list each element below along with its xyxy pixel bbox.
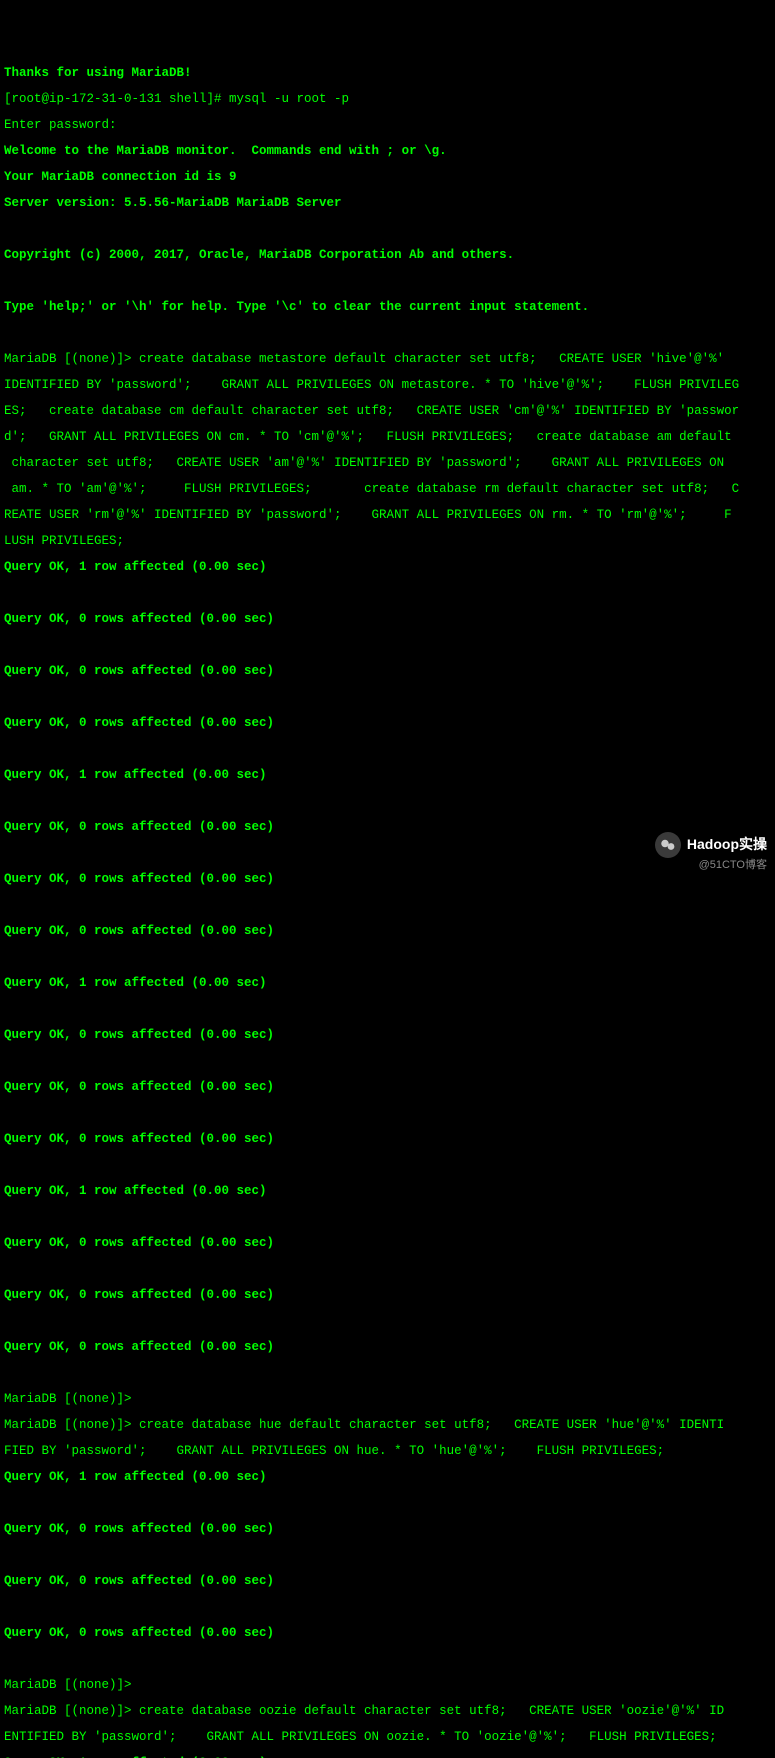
sql-hue-2: FIED BY 'password'; GRANT ALL PRIVILEGES… xyxy=(4,1445,771,1458)
thanks-line: Thanks for using MariaDB! xyxy=(4,67,771,80)
watermark-title: Hadoop实操 xyxy=(687,837,767,852)
welcome-line-3: Server version: 5.5.56-MariaDB MariaDB S… xyxy=(4,197,771,210)
query-result: Query OK, 0 rows affected (0.00 sec) xyxy=(4,1341,771,1354)
query-result: Query OK, 1 row affected (0.00 sec) xyxy=(4,769,771,782)
watermark-sub: @51CTO博客 xyxy=(699,860,767,871)
watermark: Hadoop实操 @51CTO博客 xyxy=(655,832,767,871)
copyright-line: Copyright (c) 2000, 2017, Oracle, MariaD… xyxy=(4,249,771,262)
sql-oozie-1: MariaDB [(none)]> create database oozie … xyxy=(4,1705,771,1718)
sql-hue-1: MariaDB [(none)]> create database hue de… xyxy=(4,1419,771,1432)
query-result: Query OK, 0 rows affected (0.00 sec) xyxy=(4,1237,771,1250)
query-result: Query OK, 0 rows affected (0.00 sec) xyxy=(4,925,771,938)
query-result: Query OK, 0 rows affected (0.00 sec) xyxy=(4,1523,771,1536)
mariadb-prompt[interactable]: MariaDB [(none)]> xyxy=(4,1679,771,1692)
query-result: Query OK, 0 rows affected (0.00 sec) xyxy=(4,1029,771,1042)
query-result: Query OK, 0 rows affected (0.00 sec) xyxy=(4,717,771,730)
query-result: Query OK, 0 rows affected (0.00 sec) xyxy=(4,613,771,626)
query-result: Query OK, 1 row affected (0.00 sec) xyxy=(4,561,771,574)
query-result: Query OK, 0 rows affected (0.00 sec) xyxy=(4,1133,771,1146)
mariadb-prompt[interactable]: MariaDB [(none)]> xyxy=(4,1393,771,1406)
sql-block-1: REATE USER 'rm'@'%' IDENTIFIED BY 'passw… xyxy=(4,509,771,522)
welcome-line-1: Welcome to the MariaDB monitor. Commands… xyxy=(4,145,771,158)
sql-block-1: ES; create database cm default character… xyxy=(4,405,771,418)
wechat-icon xyxy=(655,832,681,858)
query-result: Query OK, 0 rows affected (0.00 sec) xyxy=(4,1289,771,1302)
enter-password: Enter password: xyxy=(4,119,771,132)
query-result: Query OK, 0 rows affected (0.00 sec) xyxy=(4,1575,771,1588)
sql-oozie-2: ENTIFIED BY 'password'; GRANT ALL PRIVIL… xyxy=(4,1731,771,1744)
query-result: Query OK, 1 row affected (0.00 sec) xyxy=(4,1471,771,1484)
query-result: Query OK, 0 rows affected (0.00 sec) xyxy=(4,1627,771,1640)
sql-block-1: character set utf8; CREATE USER 'am'@'%'… xyxy=(4,457,771,470)
sql-block-1: LUSH PRIVILEGES; xyxy=(4,535,771,548)
sql-block-1: MariaDB [(none)]> create database metast… xyxy=(4,353,771,366)
sql-block-1: d'; GRANT ALL PRIVILEGES ON cm. * TO 'cm… xyxy=(4,431,771,444)
query-result: Query OK, 1 row affected (0.00 sec) xyxy=(4,977,771,990)
query-result: Query OK, 0 rows affected (0.00 sec) xyxy=(4,873,771,886)
query-result: Query OK, 0 rows affected (0.00 sec) xyxy=(4,665,771,678)
query-result: Query OK, 0 rows affected (0.00 sec) xyxy=(4,1081,771,1094)
welcome-line-2: Your MariaDB connection id is 9 xyxy=(4,171,771,184)
query-result: Query OK, 1 row affected (0.00 sec) xyxy=(4,1185,771,1198)
shell-prompt: [root@ip-172-31-0-131 shell]# mysql -u r… xyxy=(4,93,771,106)
help-line: Type 'help;' or '\h' for help. Type '\c'… xyxy=(4,301,771,314)
query-result: Query OK, 1 row affected (0.00 sec) xyxy=(4,1757,771,1758)
sql-block-1: am. * TO 'am'@'%'; FLUSH PRIVILEGES; cre… xyxy=(4,483,771,496)
sql-block-1: IDENTIFIED BY 'password'; GRANT ALL PRIV… xyxy=(4,379,771,392)
terminal-output: Thanks for using MariaDB! [root@ip-172-3… xyxy=(4,54,771,1758)
